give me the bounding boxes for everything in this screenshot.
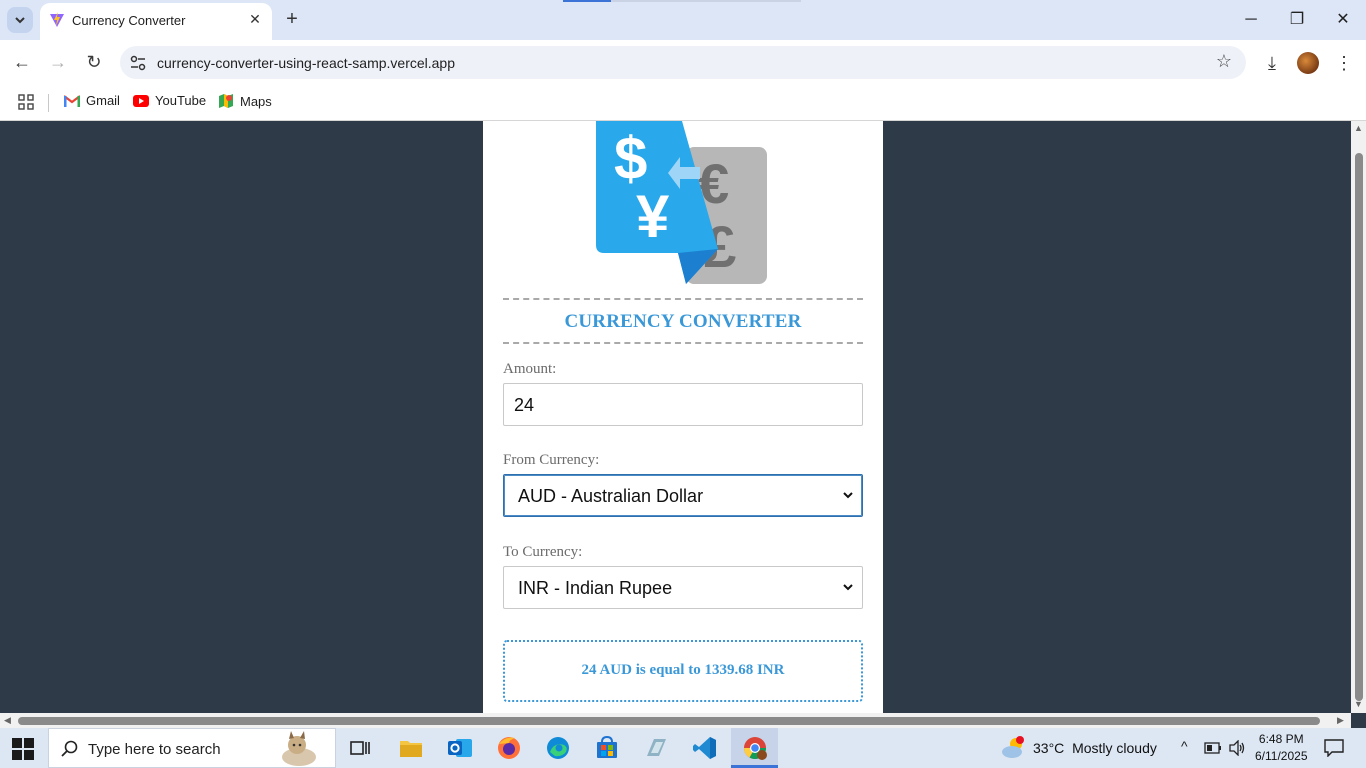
vertical-scrollbar[interactable]: ▲ ▼ [1351,121,1366,713]
heading-divider-top [503,298,863,300]
amount-label: Amount: [503,361,557,377]
apps-grid-icon[interactable] [18,94,34,110]
to-currency-label: To Currency: [503,544,583,560]
scroll-left-icon[interactable]: ◀ [4,715,11,726]
new-tab-button[interactable]: + [281,8,303,30]
task-view-icon[interactable] [346,734,374,762]
weather-widget[interactable]: 33°C Mostly cloudy [1033,740,1157,756]
tab-currency-converter[interactable]: Currency Converter ✕ [40,3,272,40]
gmail-icon [64,94,80,107]
bookmark-star-icon[interactable]: ☆ [1216,51,1232,72]
bookmark-maps[interactable]: Maps [218,93,272,109]
menu-icon[interactable]: ⋮ [1333,52,1355,74]
edge-icon[interactable] [544,734,572,762]
bookmark-gmail[interactable]: Gmail [64,93,120,108]
firefox-icon[interactable] [495,734,523,762]
notifications-icon[interactable] [1324,739,1344,757]
page-title: CURRENCY CONVERTER [564,311,802,332]
horizontal-scrollbar[interactable]: ◀ ▶ [0,713,1351,728]
clock-date: 6/11/2025 [1255,749,1308,763]
search-highlight-lynx-icon [282,731,316,766]
microsoft-store-icon[interactable] [593,734,621,762]
converter-card: € £ $ ¥ CURRENCY CONVERTER Amount: 24 Fr… [483,121,883,713]
svg-text:¥: ¥ [636,183,670,250]
scroll-up-icon[interactable]: ▲ [1354,123,1363,133]
maps-icon [219,94,233,108]
taskbar-clock[interactable]: 6:48 PM 6/11/2025 [1255,731,1308,765]
weather-condition: Mostly cloudy [1072,740,1157,756]
battery-icon[interactable] [1204,741,1222,755]
reload-icon[interactable]: ↻ [82,50,106,74]
scroll-down-icon[interactable]: ▼ [1354,699,1363,709]
chevron-down-icon [15,17,25,24]
tab-title: Currency Converter [72,13,186,28]
restore-icon[interactable]: ❐ [1285,8,1309,32]
taskbar-active-chrome[interactable] [731,728,778,768]
tab-strip: Currency Converter ✕ + ─ ❐ ✕ [0,0,1366,40]
close-tab-icon[interactable]: ✕ [245,9,265,29]
close-window-icon[interactable]: ✕ [1331,8,1355,32]
currency-exchange-logo-icon: € £ $ ¥ [596,121,767,284]
youtube-icon [133,94,149,107]
address-bar[interactable]: currency-converter-using-react-samp.verc… [120,46,1246,79]
show-hidden-icons-icon[interactable]: ^ [1181,738,1188,754]
chrome-icon [744,737,767,760]
tab-search-button[interactable] [7,7,33,33]
forward-icon[interactable]: → [46,50,70,74]
conversion-result-text: 24 AUD is equal to 1339.68 INR [581,662,785,678]
conversion-result-box: 24 AUD is equal to 1339.68 INR [503,640,863,702]
browser-toolbar: ← → ↻ currency-converter-using-react-sam… [0,40,1366,85]
vertical-scroll-thumb[interactable] [1355,153,1363,701]
to-currency-value: INR - Indian Rupee [518,578,673,598]
vite-favicon-icon [50,12,64,27]
calculator-app-icon[interactable] [642,734,670,762]
to-currency-select[interactable]: INR - Indian Rupee [503,566,863,609]
site-info-icon[interactable] [129,54,147,72]
horizontal-scroll-thumb[interactable] [18,717,1320,725]
tab-indicator-track [611,0,801,2]
amount-input[interactable]: 24 [503,383,863,426]
bookmark-youtube[interactable]: YouTube [133,93,206,108]
chevron-down-icon [843,492,853,499]
bookmark-label: Maps [240,93,272,109]
taskbar-search-placeholder: Type here to search [88,741,221,758]
tab-indicator [563,0,611,2]
vscode-icon[interactable] [691,734,719,762]
profile-avatar[interactable] [1297,52,1319,74]
from-currency-value: AUD - Australian Dollar [518,486,704,506]
bookmark-label: Gmail [86,93,120,108]
windows-taskbar: Type here to search 33°C Mostly cloudy ^… [0,728,1366,768]
search-icon [61,740,78,757]
download-icon[interactable]: ⤓ [1261,52,1283,74]
bookmark-separator [48,94,49,112]
bookmark-label: YouTube [155,93,207,108]
weather-cloudy-icon[interactable] [1000,735,1028,761]
from-currency-label: From Currency: [503,452,600,468]
clock-time: 6:48 PM [1258,732,1304,746]
outlook-icon[interactable] [446,734,474,762]
amount-value: 24 [514,395,535,415]
scroll-right-icon[interactable]: ▶ [1337,715,1344,726]
url-text: currency-converter-using-react-samp.verc… [157,55,455,71]
heading-divider-bottom [503,342,863,344]
from-currency-select[interactable]: AUD - Australian Dollar [503,474,863,517]
page-viewport: € £ $ ¥ CURRENCY CONVERTER Amount: 24 Fr… [0,121,1351,713]
minimize-icon[interactable]: ─ [1239,8,1263,32]
file-explorer-icon[interactable] [397,734,425,762]
back-icon[interactable]: ← [10,50,34,74]
windows-start-icon[interactable] [12,738,34,760]
volume-icon[interactable] [1228,740,1246,756]
svg-text:$: $ [614,125,647,192]
bookmarks-bar: Gmail YouTube Maps [0,85,1366,121]
chevron-down-icon [843,584,853,591]
weather-temperature: 33°C [1033,740,1065,756]
taskbar-search-box[interactable]: Type here to search [48,728,336,768]
